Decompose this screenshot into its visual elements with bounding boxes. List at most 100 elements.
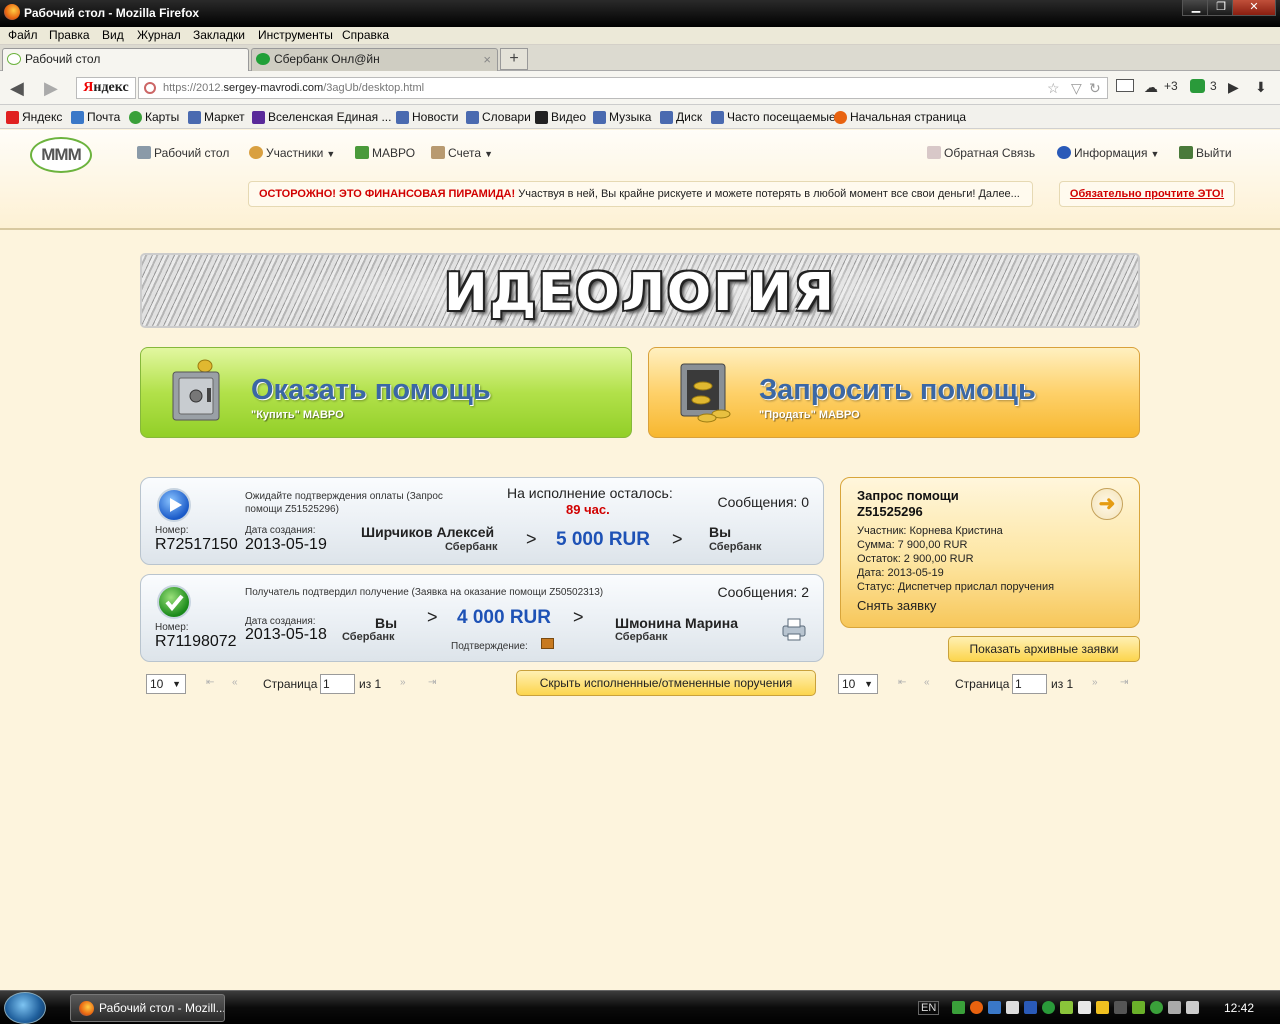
order-card[interactable]: Получатель подтвердил получение (Заявка … [140, 574, 824, 662]
order-messages-link[interactable]: Сообщения: 2 [717, 584, 809, 600]
new-tab-button[interactable]: + [500, 48, 528, 70]
firefox-icon [4, 4, 20, 20]
tab-desktop[interactable]: Рабочий стол [2, 48, 249, 71]
prev-page-icon[interactable]: « [232, 677, 238, 688]
bookmark-disk[interactable]: Диск [660, 110, 702, 124]
ideology-banner[interactable]: ИДЕОЛОГИЯ [140, 253, 1140, 328]
last-page-icon[interactable]: ⇥ [1120, 677, 1128, 688]
extension-icon[interactable] [1190, 79, 1205, 93]
order-confirm-label: Подтверждение: [451, 641, 528, 652]
cancel-request-link[interactable]: Снять заявку [857, 598, 1123, 613]
volume-icon[interactable] [1168, 1001, 1181, 1014]
offer-help-button[interactable]: Оказать помощь "Купить" МАВРО [140, 347, 632, 438]
bookmark-yandex[interactable]: Яндекс [6, 110, 62, 124]
printer-icon[interactable] [779, 616, 809, 642]
extension-count: 3 [1210, 79, 1217, 93]
url-dropdown-icon[interactable]: ▽ [1071, 80, 1082, 97]
nav-mavro[interactable]: МАВРО [355, 146, 415, 160]
bookmark-universal[interactable]: Вселенская Единая ... [252, 110, 391, 124]
download-icon[interactable]: ⬇ [1255, 79, 1267, 96]
close-window-button[interactable]: ✕ [1232, 0, 1276, 16]
pager-requests: 10 ▼ ⇤ « Страница 1 из 1 » ⇥ [838, 674, 1138, 696]
url-bar[interactable]: https://2012.sergey-mavrodi.com/3agUb/de… [138, 77, 1108, 99]
tray-icon[interactable] [1114, 1001, 1127, 1014]
tray-icon[interactable] [1060, 1001, 1073, 1014]
tray-icon[interactable] [1132, 1001, 1145, 1014]
arrow-right-icon[interactable]: ➜ [1091, 488, 1123, 520]
taskbar-firefox-item[interactable]: Рабочий стол - Mozill... [70, 994, 225, 1022]
nav-participants[interactable]: Участники ▼ [249, 146, 335, 160]
page-input[interactable]: 1 [1012, 674, 1047, 694]
bookmark-homepage[interactable]: Начальная страница [834, 110, 966, 124]
bookmark-star-icon[interactable]: ☆ [1047, 80, 1060, 97]
bookmark-video[interactable]: Видео [535, 110, 586, 124]
per-page-select[interactable]: 10 ▼ [146, 674, 186, 694]
bookmark-dictionaries[interactable]: Словари [466, 110, 531, 124]
tray-icon[interactable] [1024, 1001, 1037, 1014]
nav-info[interactable]: Информация ▼ [1057, 146, 1159, 160]
tray-icon[interactable] [1042, 1001, 1055, 1014]
tray-icon[interactable] [970, 1001, 983, 1014]
yandex-logo[interactable]: Яндекс [76, 77, 136, 99]
page-input[interactable]: 1 [320, 674, 355, 694]
next-page-icon[interactable]: » [1092, 677, 1098, 688]
mmm-logo[interactable]: MMM [30, 137, 92, 173]
per-page-select[interactable]: 10 ▼ [838, 674, 878, 694]
nav-desktop[interactable]: Рабочий стол [137, 146, 229, 160]
tab-sberbank[interactable]: Сбербанк Онл@йн × [251, 48, 498, 71]
bookmark-maps[interactable]: Карты [129, 110, 179, 124]
tray-icon[interactable] [952, 1001, 965, 1014]
minimize-button[interactable]: ▁ [1182, 0, 1210, 16]
must-read-link[interactable]: Обязательно прочтите ЭТО! [1059, 181, 1235, 207]
site-identity-icon[interactable] [144, 82, 156, 94]
clock[interactable]: 12:42 [1224, 1001, 1254, 1015]
mail-icon[interactable] [1116, 79, 1134, 92]
next-page-icon[interactable]: » [400, 677, 406, 688]
bookmark-frequent[interactable]: Часто посещаемые [711, 110, 836, 124]
order-messages-link[interactable]: Сообщения: 0 [717, 494, 809, 510]
tray-icon[interactable] [1096, 1001, 1109, 1014]
tray-icon[interactable] [1078, 1001, 1091, 1014]
menu-file[interactable]: Файл [8, 28, 38, 42]
tray-icon[interactable] [988, 1001, 1001, 1014]
tray-icon[interactable] [1150, 1001, 1163, 1014]
tray-icon[interactable] [1186, 1001, 1199, 1014]
back-button[interactable]: ◀ [10, 78, 24, 99]
confirmation-image-icon[interactable] [541, 638, 554, 649]
nav-feedback[interactable]: Обратная Связь [927, 146, 1035, 160]
first-page-icon[interactable]: ⇤ [898, 677, 906, 688]
order-card[interactable]: Ожидайте подтверждения оплаты (Запрос по… [140, 477, 824, 565]
start-button[interactable] [4, 992, 46, 1024]
maximize-button[interactable]: ❐ [1207, 0, 1235, 16]
cloud-icon[interactable]: ☁ [1144, 79, 1158, 96]
url-text[interactable]: https://2012.sergey-mavrodi.com/3agUb/de… [163, 82, 424, 94]
menu-view[interactable]: Вид [102, 28, 124, 42]
show-archive-button[interactable]: Показать архивные заявки [948, 636, 1140, 662]
menu-edit[interactable]: Правка [49, 28, 90, 42]
hide-completed-button[interactable]: Скрыть исполненные/отмененные поручения [516, 670, 816, 696]
bookmark-news[interactable]: Новости [396, 110, 458, 124]
first-page-icon[interactable]: ⇤ [206, 677, 214, 688]
bookmark-market[interactable]: Маркет [188, 110, 245, 124]
prev-page-icon[interactable]: « [924, 677, 930, 688]
nav-accounts[interactable]: Счета ▼ [431, 146, 493, 160]
menu-bookmarks[interactable]: Закладки [193, 28, 245, 42]
last-page-icon[interactable]: ⇥ [428, 677, 436, 688]
play-icon[interactable]: ▶ [1228, 79, 1239, 96]
menu-history[interactable]: Журнал [137, 28, 181, 42]
pyramid-warning[interactable]: ОСТОРОЖНО! ЭТО ФИНАНСОВАЯ ПИРАМИДА! Учас… [248, 181, 1033, 207]
maps-icon [129, 111, 142, 124]
help-request-card[interactable]: Запрос помощи Z51525296 Участник: Корнев… [840, 477, 1140, 628]
reload-icon[interactable]: ↻ [1089, 80, 1101, 97]
tray-icon[interactable] [1006, 1001, 1019, 1014]
forward-button[interactable]: ▶ [44, 78, 58, 99]
nav-logout[interactable]: Выйти [1179, 146, 1232, 160]
menu-help[interactable]: Справка [342, 28, 389, 42]
bookmark-music[interactable]: Музыка [593, 110, 651, 124]
language-indicator[interactable]: EN [918, 1001, 940, 1015]
close-tab-icon[interactable]: × [483, 49, 491, 70]
bookmark-mail[interactable]: Почта [71, 110, 120, 124]
menu-bar: Файл Правка Вид Журнал Закладки Инструме… [0, 27, 1280, 45]
request-help-button[interactable]: Запросить помощь "Продать" МАВРО [648, 347, 1140, 438]
menu-tools[interactable]: Инструменты [258, 28, 333, 42]
